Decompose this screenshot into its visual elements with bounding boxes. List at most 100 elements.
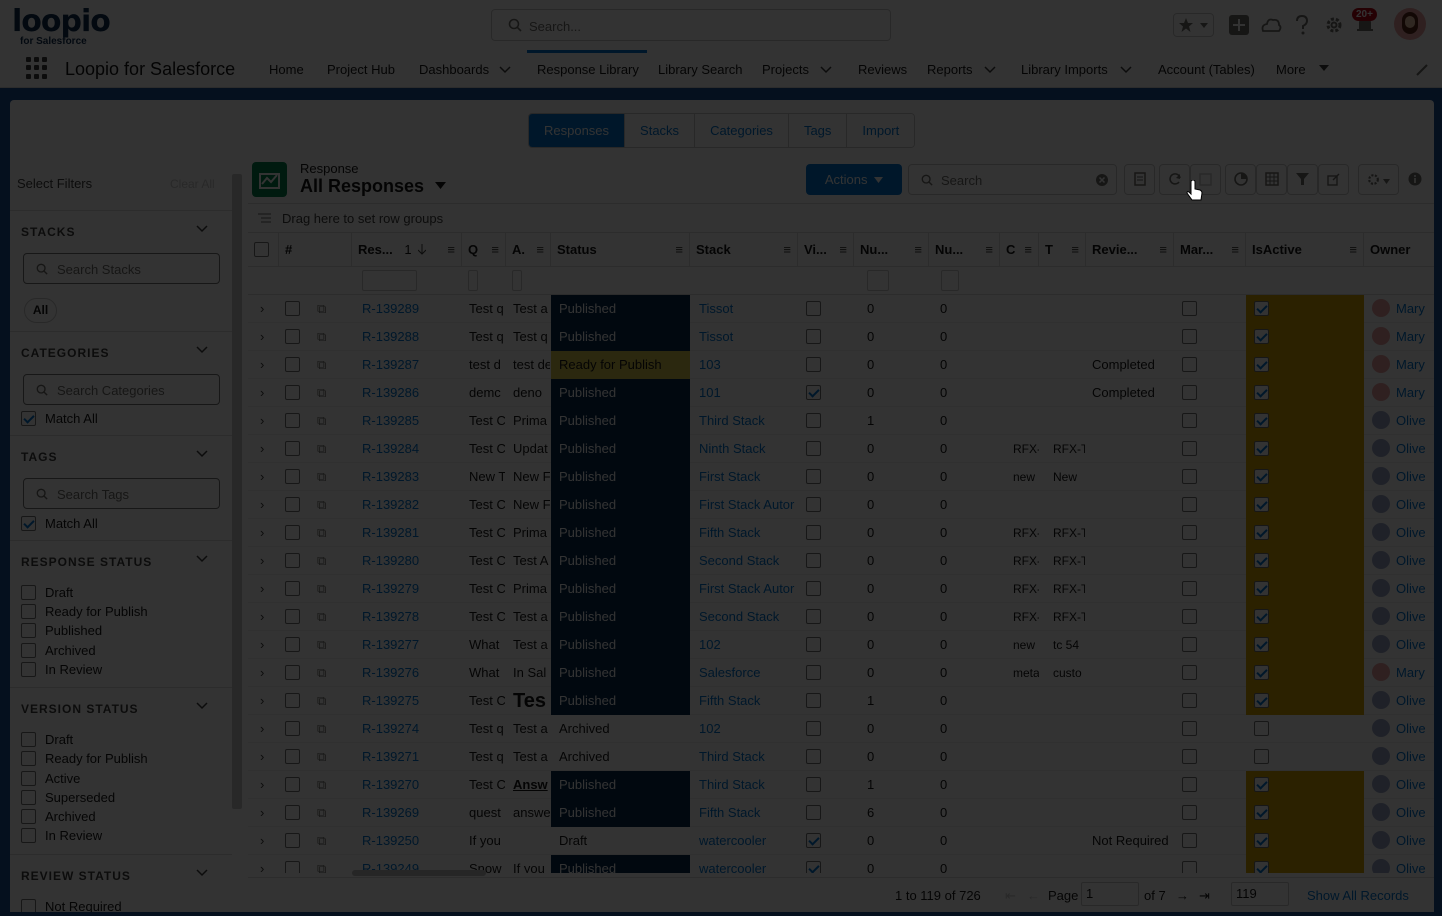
owner-cell[interactable]: Mary [1372,659,1434,687]
owner-cell[interactable]: Mary [1372,351,1434,379]
checkbox[interactable] [21,790,36,805]
table-row[interactable]: › ⧉ R-139280 Test C Test A Published Second St… [248,547,1434,575]
chevron-down-icon[interactable] [499,66,511,74]
response-id-link[interactable]: R-139285 [362,407,458,435]
column-menu-icon[interactable]: ≡ [1231,233,1239,267]
row-select-cell[interactable] [285,659,303,687]
column-menu-icon[interactable]: ≡ [1071,233,1079,267]
nav-item-project-hub[interactable]: Project Hub [327,62,395,77]
scrollbar-thumb[interactable] [232,174,242,809]
actions-button[interactable]: Actions [806,164,902,195]
owner-cell[interactable]: Olive [1372,603,1434,631]
expand-row-icon[interactable]: › [260,743,272,771]
owner-link[interactable]: Olive [1396,777,1426,792]
row-checkbox[interactable] [285,637,300,652]
owner-cell[interactable]: Olive [1372,687,1434,715]
column-menu-icon[interactable]: ≡ [783,233,791,267]
chevron-down-icon[interactable] [196,225,208,233]
owner-cell[interactable]: Olive [1372,519,1434,547]
nav-item-home[interactable]: Home [269,62,304,77]
column-header-review[interactable]: Revie... ≡ [1086,233,1174,267]
owner-link[interactable]: Olive [1396,469,1426,484]
expand-row-icon[interactable]: › [260,379,272,407]
row-select-cell[interactable] [285,463,303,491]
stacks-all-pill[interactable]: All [24,298,57,323]
response-status-option[interactable]: Published [21,623,102,641]
checkbox[interactable] [21,828,36,843]
tab-tags[interactable]: Tags [788,114,848,147]
nav-item-account-tables[interactable]: Account (Tables) [1158,62,1255,77]
response-id-link[interactable]: R-139274 [362,715,458,743]
stack-link[interactable]: 101 [699,379,797,407]
owner-link[interactable]: Olive [1396,497,1426,512]
tab-categories[interactable]: Categories [695,114,789,147]
checkbox[interactable] [21,604,36,619]
global-search-input[interactable]: Search... [491,9,891,41]
row-select-cell[interactable] [285,631,303,659]
owner-link[interactable]: Mary [1396,385,1425,400]
open-record-icon[interactable]: ⧉ [317,771,333,799]
row-checkbox[interactable] [285,357,300,372]
list-view-name[interactable]: All Responses [300,176,447,197]
column-header-question[interactable]: Q ≡ [462,233,506,267]
stack-link[interactable]: Second Stack [699,603,797,631]
open-record-icon[interactable]: ⧉ [317,715,333,743]
table-row[interactable]: › ⧉ R-139282 Test C New F Published First Stac… [248,491,1434,519]
chevron-down-icon[interactable] [984,66,996,74]
row-checkbox[interactable] [285,413,300,428]
horizontal-scrollbar[interactable] [352,870,486,876]
response-id-link[interactable]: R-139277 [362,631,458,659]
response-id-link[interactable]: R-139250 [362,827,458,855]
column-menu-icon[interactable]: ≡ [491,233,499,267]
response-id-link[interactable]: R-139278 [362,603,458,631]
column-menu-icon[interactable]: ≡ [675,233,683,267]
open-record-icon[interactable]: ⧉ [317,631,333,659]
settings-menu-button[interactable] [1358,164,1399,195]
prev-page-icon[interactable]: ← [1027,888,1040,903]
nav-item-reviews[interactable]: Reviews [858,62,907,77]
stack-link[interactable]: watercooler [699,827,797,855]
table-row[interactable]: › ⧉ R-139288 Test q Test q Published Tissot 0 0 M… [248,323,1434,351]
chart-button[interactable] [1225,164,1256,195]
checkbox[interactable] [21,411,36,426]
stack-link[interactable]: Tissot [699,323,797,351]
column-header-stack[interactable]: Stack ≡ [690,233,798,267]
nav-item-response-library[interactable]: Response Library [527,50,647,86]
column-header-status[interactable]: Status ≡ [551,233,690,267]
response-id-link[interactable]: R-139271 [362,743,458,771]
owner-link[interactable]: Olive [1396,581,1426,596]
expand-row-icon[interactable]: › [260,771,272,799]
row-checkbox[interactable] [285,805,300,820]
page-number-input[interactable]: 1 [1081,882,1139,906]
row-select-cell[interactable] [285,435,303,463]
trailhead-icon[interactable] [1260,15,1282,35]
table-row[interactable]: › ⧉ R-139277 What Test a Published 102 0 0 new tc … [248,631,1434,659]
row-checkbox[interactable] [285,525,300,540]
open-record-icon[interactable]: ⧉ [317,799,333,827]
expand-row-icon[interactable]: › [260,855,272,873]
open-record-icon[interactable]: ⧉ [317,295,333,323]
version-status-option[interactable]: Draft [21,732,73,750]
column-header-num[interactable]: # [279,233,352,267]
owner-cell[interactable]: Olive [1372,575,1434,603]
export-button[interactable] [1124,164,1155,195]
nav-item-library-imports[interactable]: Library Imports [1021,62,1108,77]
table-row[interactable]: › ⧉ R-139274 Test q Test a Archived 102 0 0 Olive [248,715,1434,743]
row-select-cell[interactable] [285,827,303,855]
column-menu-icon[interactable]: ≡ [447,233,455,267]
search-tags-input[interactable]: Search Tags [23,478,220,509]
row-checkbox[interactable] [285,665,300,680]
column-menu-icon[interactable]: ≡ [985,233,993,267]
response-status-option[interactable]: Archived [21,643,96,661]
response-id-link[interactable]: R-139276 [362,659,458,687]
expand-row-icon[interactable]: › [260,323,272,351]
table-row[interactable]: › ⧉ R-139283 New T New F Published First Stack… [248,463,1434,491]
checkbox[interactable] [21,751,36,766]
row-select-cell[interactable] [285,519,303,547]
select-all-checkbox[interactable] [254,242,269,257]
open-record-icon[interactable]: ⧉ [317,435,333,463]
row-select-cell[interactable] [285,323,303,351]
stack-link[interactable]: 102 [699,715,797,743]
expand-row-icon[interactable]: › [260,463,272,491]
owner-link[interactable]: Olive [1396,413,1426,428]
